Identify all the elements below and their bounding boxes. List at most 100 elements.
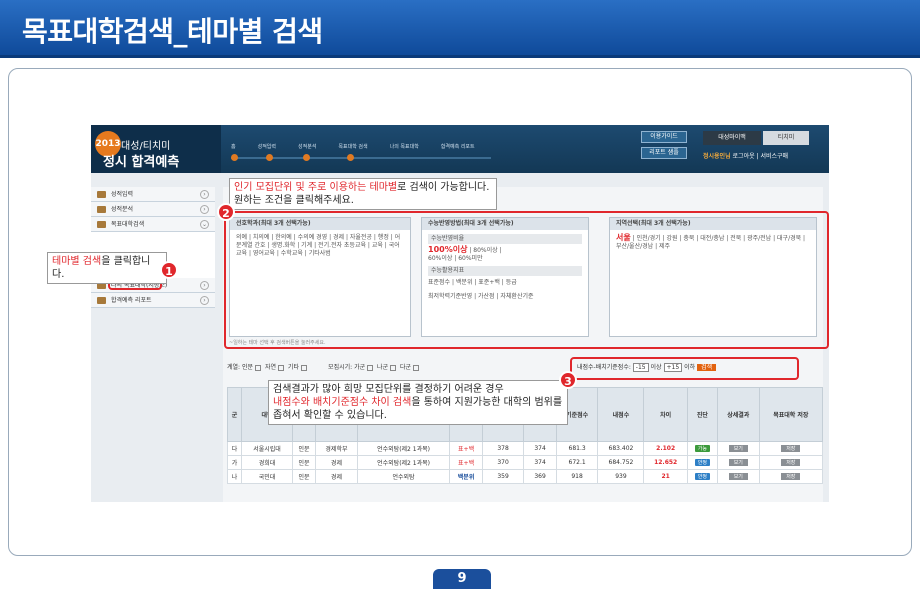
period-label: 모집시기:: [328, 364, 353, 371]
group-option: 인문: [241, 364, 254, 371]
step-item[interactable]: 홈: [231, 143, 236, 150]
cell: 684.752: [597, 455, 645, 470]
step-dot: [231, 154, 238, 161]
tab-teachme[interactable]: 티치미: [763, 131, 809, 145]
status-badge: 안정: [694, 459, 711, 466]
sidebar-item-report[interactable]: 합격예측 리포트 ›: [91, 293, 215, 308]
group-option: 기타: [287, 364, 299, 371]
step-number-badge: 1: [160, 261, 178, 279]
cell: 인문: [291, 455, 317, 470]
folder-icon: [97, 221, 106, 228]
cell: 939: [597, 469, 645, 484]
step-item[interactable]: 합격예측 리포트: [441, 143, 475, 150]
sidebar-item-score-analysis[interactable]: 성적분석 ›: [91, 202, 215, 217]
checkbox[interactable]: [413, 364, 420, 371]
callout-hot: 테마별 검색: [52, 256, 102, 267]
callout-hot: 인기 모집단위 및 주로 이용하는 테마별: [234, 182, 398, 193]
cell: 저장: [758, 469, 824, 484]
folder-icon: [97, 206, 106, 213]
status-badge: 가능: [694, 445, 711, 452]
sidebar-item-label: 목표대학검색: [111, 221, 145, 228]
step-dot: [347, 154, 354, 161]
cell: 672.1: [555, 455, 599, 470]
sidebar-item-score-input[interactable]: 성적입력 ›: [91, 187, 215, 202]
save-button[interactable]: 저장: [781, 473, 801, 480]
view-button[interactable]: 보기: [728, 445, 748, 452]
checkbox[interactable]: [390, 364, 397, 371]
cell: 인문: [291, 469, 317, 484]
cell: 경제: [315, 455, 358, 470]
sidebar-item-target-search[interactable]: 목표대학검색 ⌄: [91, 217, 215, 232]
page-title: 목표대학검색_테마별 검색: [22, 15, 323, 48]
save-button[interactable]: 저장: [781, 459, 801, 466]
callout-menu: 테마별 검색을 클릭합니다.: [47, 252, 167, 284]
period-option: 나군: [377, 364, 389, 371]
cell: 저장: [758, 455, 824, 470]
cell: 표+백: [449, 455, 483, 470]
step-item[interactable]: 성적분석: [298, 143, 316, 150]
callout-text: 로 검색이 가능합니다.: [397, 182, 490, 193]
guide-button[interactable]: 이용가이드: [641, 131, 687, 143]
col-header: 진단: [686, 387, 719, 442]
cell: 언수외탐: [356, 469, 451, 484]
period-option: 가군: [354, 364, 366, 371]
report-sample-button[interactable]: 리포트 샘플: [641, 147, 687, 159]
checkbox[interactable]: [255, 364, 262, 371]
cell: 백분위: [449, 469, 483, 484]
step-item[interactable]: 나의 목표대학: [390, 143, 419, 150]
user-info: 정시용인님 로그아웃 | 서비스구매: [703, 151, 788, 160]
col-header: 군: [226, 387, 243, 442]
cell: 374: [523, 455, 557, 470]
cell: 서울시립대: [241, 441, 293, 456]
cell: 가: [226, 455, 243, 470]
callout-text: 검색결과가 많아 희망 모집단위를 결정하기 어려운 경우: [273, 384, 504, 395]
page-number: 9: [433, 569, 491, 589]
cell: 경제: [315, 469, 358, 484]
view-button[interactable]: 보기: [728, 473, 748, 480]
step-number-badge: 3: [559, 371, 577, 389]
callout-theme: 인기 모집단위 및 주로 이용하는 테마별로 검색이 가능합니다. 원하는 조건…: [229, 178, 497, 210]
cell: 인문: [291, 441, 317, 456]
cell: 언수외탐(제2 1과목): [356, 441, 451, 456]
cell: 2.102: [643, 441, 688, 456]
group-option: 자연: [264, 364, 276, 371]
callout-text: 을 통하여 지원가능한 대학의 범위를: [411, 397, 563, 408]
cell: 359: [481, 469, 525, 484]
user-links[interactable]: 로그아웃 | 서비스구매: [733, 153, 789, 160]
cell: 보기: [717, 469, 760, 484]
checkbox[interactable]: [367, 364, 374, 371]
status-badge: 안정: [694, 473, 711, 480]
cell: 다: [226, 441, 243, 456]
folder-icon: [97, 297, 106, 304]
chevron-right-icon: ›: [200, 190, 209, 199]
view-button[interactable]: 보기: [728, 459, 748, 466]
save-button[interactable]: 저장: [781, 445, 801, 452]
user-name: 정시용인님: [703, 153, 731, 160]
cell: 경제학부: [315, 441, 358, 456]
highlight-box-score-filter: [570, 357, 799, 380]
checkbox[interactable]: [300, 364, 307, 371]
app-logo[interactable]: 2013 대성/티치미 정시 합격예측: [91, 125, 221, 173]
step-item[interactable]: 목표대학 검색: [338, 143, 367, 150]
group-label: 계열:: [227, 364, 241, 371]
col-header: 상세결과: [717, 387, 760, 442]
cell: 378: [481, 441, 525, 456]
cell: 저장: [758, 441, 824, 456]
table-row: 다 서울시립대 인문 경제학부 언수외탐(제2 1과목) 표+백 378 374…: [226, 441, 824, 456]
step-number-badge: 2: [217, 203, 235, 221]
callout-score-range: 검색결과가 많아 희망 모집단위를 결정하기 어려운 경우 내점수와 배치기준점…: [268, 380, 568, 425]
tab-daesung[interactable]: 대성마이맥: [703, 131, 761, 145]
chevron-right-icon: ›: [200, 296, 209, 305]
logo-line2: 정시 합격예측: [103, 155, 180, 170]
step-item[interactable]: 성적입력: [258, 143, 276, 150]
logo-line1: 대성/티치미: [121, 141, 171, 152]
callout-text: 좁혀서 확인할 수 있습니다.: [273, 410, 387, 421]
cell: 언수외탐(제2 1과목): [356, 455, 451, 470]
cell: 표+백: [449, 441, 483, 456]
folder-icon: [97, 191, 106, 198]
checkbox[interactable]: [278, 364, 284, 371]
cell: 안정: [686, 455, 719, 470]
cell: 12.652: [643, 455, 688, 470]
chevron-right-icon: ›: [200, 281, 209, 290]
cell: 374: [523, 441, 557, 456]
